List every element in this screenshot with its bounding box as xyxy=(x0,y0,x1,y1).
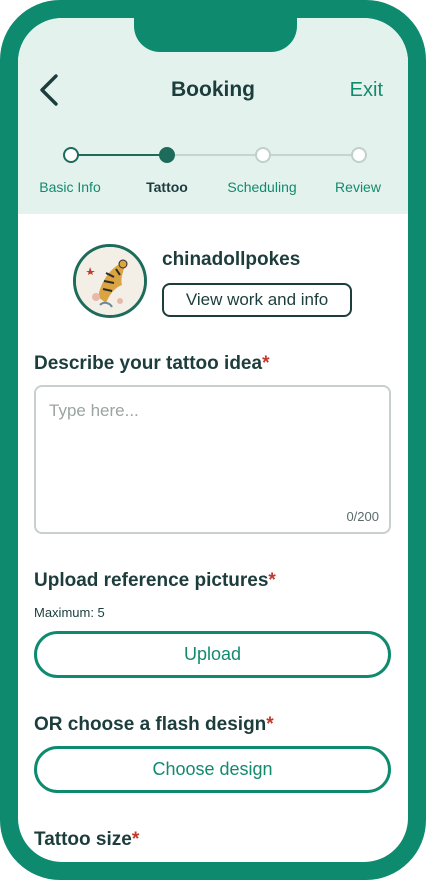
upload-max-note: Maximum: 5 xyxy=(34,605,105,620)
required-mark: * xyxy=(131,829,140,850)
upload-label-text: Upload reference pictures xyxy=(34,570,269,591)
idea-label-text: Describe your tattoo idea xyxy=(34,353,263,374)
step-basic-info[interactable]: Basic Info xyxy=(20,179,120,195)
step-dot-basic-info xyxy=(63,147,79,163)
size-label-text: Tattoo size xyxy=(34,829,132,850)
upload-button[interactable]: Upload xyxy=(34,631,391,678)
required-mark: * xyxy=(268,570,276,591)
character-counter: 0/200 xyxy=(346,509,379,524)
phone-frame: Booking Exit Basic Info Tattoo Schedulin… xyxy=(0,0,426,880)
required-mark: * xyxy=(262,353,270,374)
step-review[interactable]: Review xyxy=(308,179,408,195)
step-dot-tattoo xyxy=(159,147,175,163)
tattoo-idea-textarea[interactable]: Type here... 0/200 xyxy=(34,385,391,534)
step-tattoo[interactable]: Tattoo xyxy=(117,179,217,195)
step-dot-review xyxy=(351,147,367,163)
required-mark: * xyxy=(266,714,274,735)
artist-avatar[interactable] xyxy=(73,244,147,318)
step-scheduling[interactable]: Scheduling xyxy=(212,179,312,195)
flash-label: OR choose a flash design* xyxy=(34,714,274,736)
tiger-artwork-icon xyxy=(76,247,144,315)
device-notch xyxy=(134,18,297,52)
app-screen: Booking Exit Basic Info Tattoo Schedulin… xyxy=(18,18,408,862)
tattoo-size-label: Tattoo size* xyxy=(34,829,139,851)
exit-button[interactable]: Exit xyxy=(350,79,383,102)
artist-name: chinadollpokes xyxy=(162,249,301,270)
idea-placeholder: Type here... xyxy=(49,401,139,420)
flash-label-text: OR choose a flash design xyxy=(34,714,267,735)
booking-header: Booking Exit Basic Info Tattoo Schedulin… xyxy=(18,18,408,214)
choose-design-button[interactable]: Choose design xyxy=(34,746,391,793)
stepper-progress-line xyxy=(78,154,167,156)
step-dot-scheduling xyxy=(255,147,271,163)
view-work-button[interactable]: View work and info xyxy=(162,283,352,317)
idea-label: Describe your tattoo idea* xyxy=(34,353,269,375)
upload-label: Upload reference pictures* xyxy=(34,570,276,592)
